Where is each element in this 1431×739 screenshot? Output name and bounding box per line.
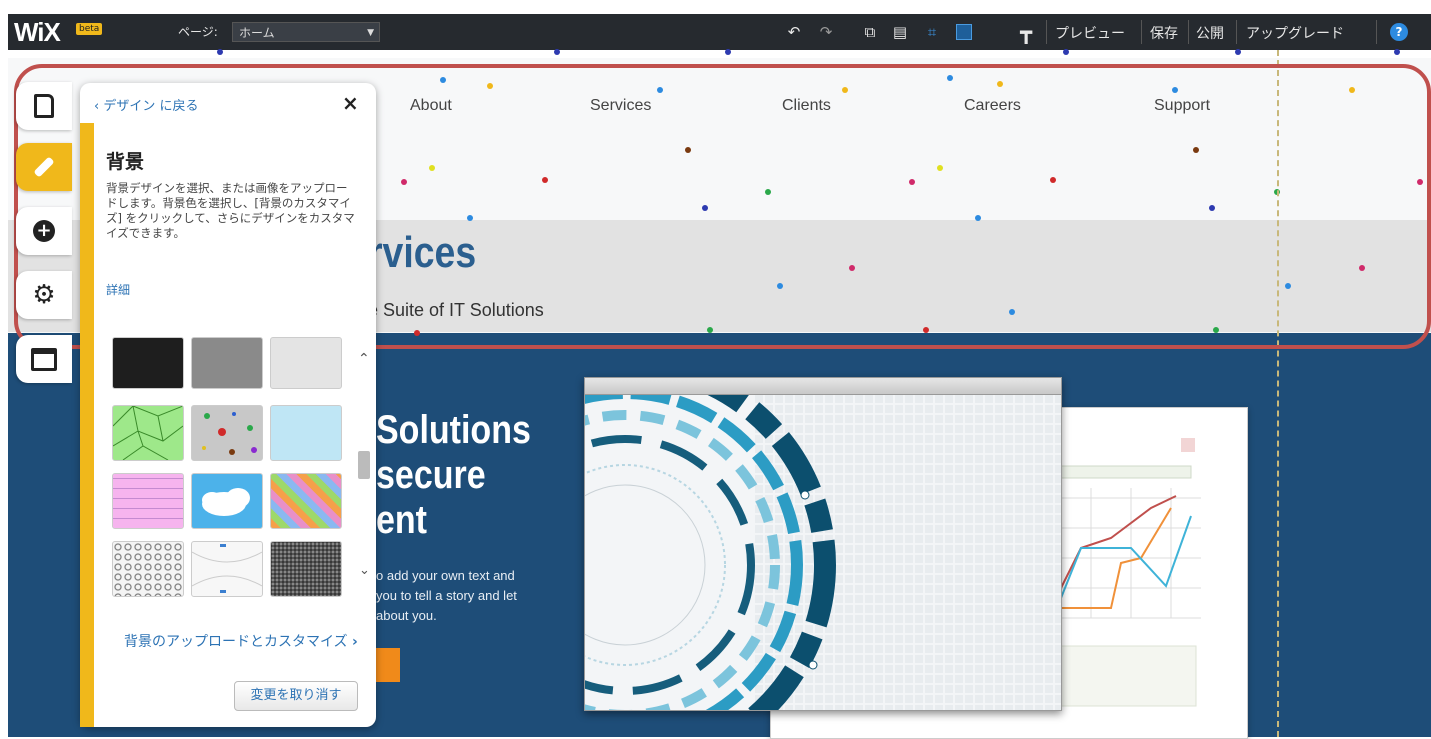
background-dot: [217, 49, 223, 55]
publish-button[interactable]: 公開: [1196, 23, 1224, 43]
store-icon: [31, 347, 57, 371]
bg-thumb-green-geo[interactable]: [112, 405, 184, 461]
bg-thumb-rainbow-stripes[interactable]: [270, 473, 342, 529]
scrollbar-thumb[interactable]: [358, 451, 370, 479]
bg-thumb-pink-grid[interactable]: [112, 473, 184, 529]
cta-button[interactable]: [376, 648, 400, 682]
chevron-right-icon: ›: [352, 634, 358, 650]
more-info-link[interactable]: 詳細: [106, 281, 130, 298]
sidebar-store-tab[interactable]: [16, 335, 72, 383]
page-icon: [34, 94, 54, 118]
chevron-up-icon[interactable]: ⌃: [358, 351, 370, 367]
chevron-left-icon: ‹: [94, 99, 104, 114]
background-dot: [1235, 49, 1241, 55]
background-dot: [1063, 49, 1069, 55]
help-icon[interactable]: ?: [1390, 23, 1408, 41]
panel-description: 背景デザインを選択、または画像をアップロードします。背景色を選択し、[背景のカス…: [106, 181, 355, 240]
panel-title: 背景: [106, 151, 145, 173]
sidebar-settings-tab[interactable]: ⚙: [16, 271, 72, 319]
sidebar-design-tab[interactable]: [16, 143, 72, 191]
headline-line: ent: [376, 498, 427, 542]
bg-thumb-light-blue[interactable]: [270, 405, 342, 461]
undo-changes-button[interactable]: 変更を取り消す: [234, 681, 358, 711]
bg-thumb-dark-texture[interactable]: [112, 337, 184, 389]
preview-button[interactable]: プレビュー: [1055, 23, 1125, 43]
sidebar-add-tab[interactable]: +: [16, 207, 72, 255]
bg-thumb-polka-dots[interactable]: [191, 405, 263, 461]
close-icon[interactable]: ×: [342, 91, 359, 115]
paste-icon[interactable]: ▤: [888, 20, 912, 44]
page-label: ページ:: [178, 25, 218, 39]
bg-thumb-dark-mesh[interactable]: [270, 541, 342, 597]
bg-thumb-gray-noise[interactable]: [191, 337, 263, 389]
bg-thumb-circles[interactable]: [112, 541, 184, 597]
headline-line: secure: [376, 453, 486, 497]
panel-accent-bar: [80, 123, 94, 727]
back-to-design-link[interactable]: ‹ デザイン に戻る: [94, 95, 198, 114]
editor-toolbar: WiX beta ページ: ホーム ▼ ↶ ↷ ⧉ ▤ ⌗ ┳ プレビュー 保存…: [8, 14, 1431, 50]
chevron-down-icon[interactable]: ⌄: [359, 563, 370, 578]
bg-thumb-clouds[interactable]: [191, 473, 263, 529]
tech-circle-graphic: [585, 378, 1061, 710]
page-select[interactable]: ホーム ▼: [232, 22, 380, 42]
gear-icon: ⚙: [32, 280, 56, 310]
chevron-down-icon: ▼: [367, 28, 374, 38]
redo-icon[interactable]: ↷: [814, 20, 838, 44]
screenshot-image-front[interactable]: [584, 377, 1062, 711]
body-line: o add your own text and: [376, 568, 515, 583]
body-line: about you.: [376, 608, 437, 623]
bg-thumb-light-pattern[interactable]: [270, 337, 342, 389]
upload-link-label: 背景のアップロードとカスタマイズ: [124, 634, 348, 650]
paint-roller-icon: [33, 156, 55, 178]
copy-icon[interactable]: ⧉: [858, 20, 882, 44]
headline[interactable]: Solutions secure ent: [376, 408, 531, 543]
sidebar-pages-tab[interactable]: [16, 82, 72, 130]
wix-logo: WiX: [14, 17, 61, 47]
save-button[interactable]: 保存: [1150, 23, 1178, 43]
background-dot: [1394, 49, 1400, 55]
undo-icon[interactable]: ↶: [782, 20, 806, 44]
add-icon: +: [33, 220, 55, 242]
background-dot: [554, 49, 560, 55]
background-panel: ‹ デザイン に戻る × 背景 背景デザインを選択、または画像をアップロードしま…: [80, 83, 376, 727]
back-link-label: デザイン に戻る: [103, 99, 199, 114]
upload-customize-link[interactable]: 背景のアップロードとカスタマイズ ›: [124, 631, 358, 651]
beta-badge: beta: [76, 23, 103, 35]
body-line: you to tell a story and let: [376, 588, 517, 603]
layout-icon[interactable]: [952, 20, 976, 44]
bg-thumb-white-lines[interactable]: [191, 541, 263, 597]
background-dot: [725, 49, 731, 55]
body-text[interactable]: o add your own text and you to tell a st…: [376, 566, 517, 626]
page-select-value: ホーム: [239, 26, 275, 40]
grid-icon[interactable]: ⌗: [920, 20, 944, 44]
ruler-icon[interactable]: ┳: [1014, 20, 1038, 44]
headline-line: Solutions: [376, 408, 531, 452]
upgrade-button[interactable]: アップグレード: [1246, 23, 1344, 43]
